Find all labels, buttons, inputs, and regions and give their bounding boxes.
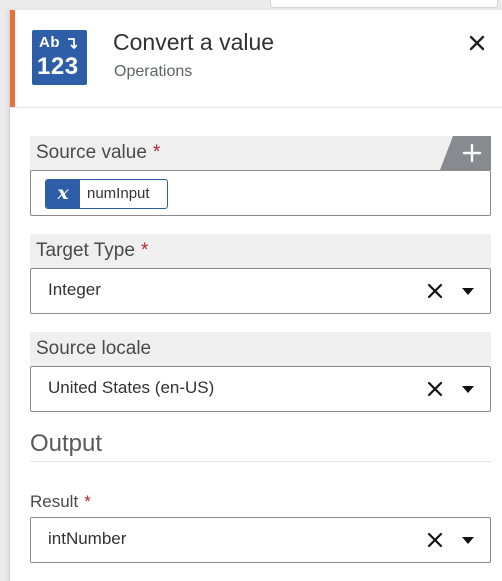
source-value-input[interactable]: x numInput <box>30 170 491 216</box>
required-mark: * <box>140 240 149 261</box>
variable-chip[interactable]: x numInput <box>45 179 168 209</box>
icon-bottom-text: 123 <box>37 53 79 80</box>
target-type-label-text: Target Type <box>36 240 135 261</box>
section-divider <box>30 461 491 462</box>
source-value-label-text: Source value <box>36 142 147 163</box>
result-label: Result * <box>30 492 91 512</box>
clear-icon[interactable] <box>427 381 443 397</box>
required-mark: * <box>84 492 91 511</box>
target-type-label: Target Type * <box>36 240 148 262</box>
source-locale-label-bar: Source locale <box>30 332 491 366</box>
target-type-value: Integer <box>48 280 101 299</box>
close-icon[interactable] <box>466 32 488 54</box>
variable-x-icon: x <box>46 180 80 208</box>
add-variable-button[interactable] <box>440 136 491 170</box>
convert-arrow-icon <box>68 38 77 49</box>
top-search-box[interactable] <box>270 0 498 8</box>
chevron-down-icon[interactable] <box>461 385 475 394</box>
convert-value-icon: Ab 123 <box>32 30 87 85</box>
chevron-down-icon[interactable] <box>461 287 475 296</box>
result-value: intNumber <box>48 529 127 548</box>
panel-subtitle: Operations <box>114 63 193 80</box>
panel-header: Ab 123 Convert a value Operations <box>10 10 502 108</box>
source-locale-label: Source locale <box>36 338 152 359</box>
accent-bar <box>10 10 15 107</box>
result-label-text: Result <box>30 492 79 511</box>
result-select[interactable]: intNumber <box>30 517 491 563</box>
target-type-label-bar: Target Type * <box>30 234 491 268</box>
source-locale-value: United States (en-US) <box>48 378 215 397</box>
panel-title: Convert a value <box>113 29 275 55</box>
icon-top-text: Ab <box>39 34 60 51</box>
variable-name: numInput <box>87 185 150 202</box>
chevron-down-icon[interactable] <box>461 536 475 545</box>
required-mark: * <box>152 142 161 163</box>
action-panel: Ab 123 Convert a value Operations Source… <box>9 10 502 581</box>
target-type-select[interactable]: Integer <box>30 268 491 314</box>
output-section-title: Output <box>30 430 103 457</box>
source-locale-select[interactable]: United States (en-US) <box>30 366 491 412</box>
source-value-label: Source value * <box>36 142 160 164</box>
clear-icon[interactable] <box>427 283 443 299</box>
clear-icon[interactable] <box>427 532 443 548</box>
source-value-label-bar: Source value * <box>30 136 491 170</box>
